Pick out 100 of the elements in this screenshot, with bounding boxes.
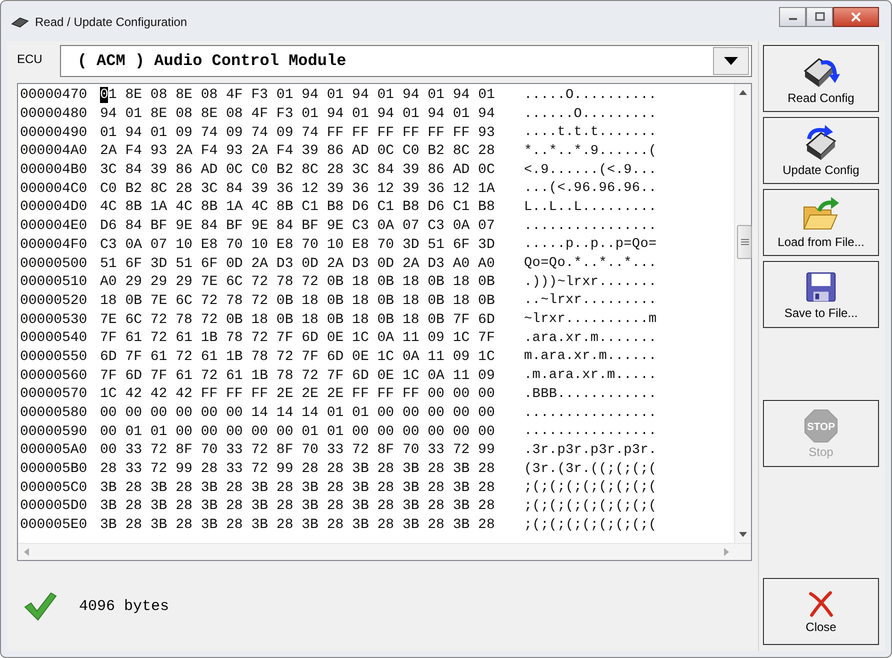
ascii-text: ;(;(;(;(;(;(;(;(: [524, 498, 657, 514]
ascii-text: (3r.(3r.((;(;(;(: [524, 462, 657, 477]
scroll-right-icon: [724, 548, 729, 556]
offset-text: 000004A0: [20, 143, 88, 160]
offset-text: 000004D0: [20, 199, 88, 216]
ascii-text: ~lrxr..........m: [524, 312, 657, 328]
ascii-text: ....t.t.t.......: [524, 125, 657, 140]
offset-text: 00000530: [20, 312, 88, 328]
close-window-button[interactable]: [833, 7, 879, 27]
offset-text: 000004C0: [20, 180, 88, 197]
ascii-text: .ara.xr.m.......: [524, 330, 657, 346]
hex-bytes: 3B 28 3B 28 3B 28 3B 28 3B 28 3B 28 3B 28 3B 28: [100, 517, 496, 534]
ascii-text: .m.ara.xr.m.....: [524, 368, 657, 384]
maximize-button[interactable]: [806, 7, 833, 27]
ascii-text: ................: [524, 406, 657, 421]
hex-bytes: 00 00 00 00 00 00 14 14 14 01 01 00 00 00 00 00: [100, 405, 496, 422]
minimize-button[interactable]: [779, 7, 806, 27]
offset-text: 00000470: [20, 87, 88, 104]
horizontal-scrollbar[interactable]: [18, 543, 751, 560]
hex-bytes: 7F 61 72 61 1B 78 72 7F 6D 0E 1C 0A 11 09 1C 7F: [100, 330, 496, 346]
hex-bytes: 94 01 8E 08 8E 08 4F F3 01 94 01 94 01 94 01 94: [100, 106, 496, 122]
offset-text: 00000490: [20, 124, 88, 141]
offset-text: 00000580: [20, 405, 88, 422]
offset-text: 000005B0: [20, 461, 88, 478]
ascii-text: *..*..*.9......(: [524, 144, 657, 159]
ascii-text: m.ara.xr.m......: [524, 349, 657, 364]
hex-bytes: 01 94 01 09 74 09 74 09 74 FF FF FF FF FF FF 93: [100, 124, 496, 141]
hex-bytes: C3 0A 07 10 E8 70 10 E8 70 10 E8 70 3D 51 6F 3D: [100, 236, 496, 253]
ascii-text: .3r.p3r.p3r.p3r.: [524, 442, 657, 458]
hex-bytes: 3B 28 3B 28 3B 28 3B 28 3B 28 3B 28 3B 28 3B 28: [100, 498, 496, 514]
offset-text: 00000520: [20, 292, 88, 309]
ascii-text: .....p..p..p=Qo=: [524, 237, 657, 252]
ecu-dropdown[interactable]: ( ACM ) Audio Control Module: [60, 45, 752, 77]
toolbar-button[interactable]: Close: [763, 578, 879, 645]
vertical-scrollbar[interactable]: [734, 84, 751, 543]
offset-text: 000005A0: [20, 442, 88, 458]
offset-text: 000004F0: [20, 236, 88, 253]
hex-bytes: 01 8E 08 8E 08 4F F3 01 94 01 94 01 94 01 94 01: [100, 87, 496, 104]
offset-text: 000005E0: [20, 517, 88, 534]
hex-bytes: 51 6F 3D 51 6F 0D 2A D3 0D 2A D3 0D 2A D3 A0 A0: [100, 256, 496, 272]
hex-bytes: 4C 8B 1A 4C 8B 1A 4C 8B C1 B8 D6 C1 B8 D6 C1 B8: [100, 199, 496, 216]
ascii-text: ......O.........: [524, 106, 657, 122]
ascii-text: ;(;(;(;(;(;(;(;(: [524, 518, 657, 533]
ascii-text: .)))~lrxr.......: [524, 274, 657, 290]
ascii-text: L..L..L.........: [524, 200, 657, 215]
toolbar-button[interactable]: Update Config: [763, 117, 879, 184]
hex-bytes: 1C 42 42 42 FF FF FF 2E 2E 2E FF FF FF 00 00 00: [100, 386, 496, 402]
offset-text: 00000550: [20, 348, 88, 365]
offset-text: 00000570: [20, 386, 88, 402]
offset-text: 00000500: [20, 256, 88, 272]
grip-icon: [740, 239, 748, 245]
ascii-text: ................: [524, 424, 657, 440]
close-icon: [851, 12, 861, 22]
ascii-text: ;(;(;(;(;(;(;(;(: [524, 480, 657, 496]
ascii-text: ...(<.96.96.96..: [524, 181, 657, 196]
offset-text: 00000510: [20, 274, 88, 290]
scroll-left-icon: [24, 548, 29, 556]
hex-bytes: 3C 84 39 86 AD 0C C0 B2 8C 28 3C 84 39 86 AD 0C: [100, 162, 496, 178]
ascii-text: <.9......(<.9...: [524, 162, 657, 178]
hex-bytes: 7E 6C 72 78 72 0B 18 0B 18 0B 18 0B 18 0B 7F 6D: [100, 312, 496, 328]
offset-text: 00000560: [20, 368, 88, 384]
hex-bytes: 28 33 72 99 28 33 72 99 28 28 3B 28 3B 28 3B 28: [100, 461, 496, 478]
offset-text: 00000480: [20, 106, 88, 122]
hex-bytes: 2A F4 93 2A F4 93 2A F4 39 86 AD 0C C0 B2 8C 28: [100, 143, 496, 160]
toolbar-button[interactable]: Load from File...: [763, 189, 879, 256]
hex-bytes: D6 84 BF 9E 84 BF 9E 84 BF 9E C3 0A 07 C3 0A 07: [100, 218, 496, 234]
maximize-icon: [814, 12, 824, 22]
offset-text: 00000590: [20, 424, 88, 440]
window-title: Read / Update Configuration: [35, 15, 188, 29]
scroll-up-icon: [739, 90, 747, 95]
offset-text: 000005C0: [20, 480, 88, 496]
toolbar-button[interactable]: Save to File...: [763, 261, 879, 328]
ascii-text: Qo=Qo.*..*..*...: [524, 256, 657, 272]
hex-view[interactable]: [17, 83, 752, 561]
chip-icon: [11, 16, 29, 28]
hex-bytes: A0 29 29 29 7E 6C 72 78 72 0B 18 0B 18 0B 18 0B: [100, 274, 496, 290]
byte-count: 4096 bytes: [79, 598, 170, 614]
toolbar-button[interactable]: Read Config: [763, 45, 879, 112]
ecu-label: ECU: [17, 52, 42, 66]
ascii-text: .BBB............: [524, 386, 657, 402]
hex-bytes: 6D 7F 61 72 61 1B 78 72 7F 6D 0E 1C 0A 11 09 1C: [100, 348, 496, 365]
offset-text: 000004B0: [20, 162, 88, 178]
close-icon: [807, 590, 835, 618]
hex-bytes: 7F 6D 7F 61 72 61 1B 78 72 7F 6D 0E 1C 0A 11 09: [100, 368, 496, 384]
offset-text: 000004E0: [20, 218, 88, 234]
stop-sign-icon: STOP: [804, 408, 838, 442]
folder-arrow-icon: [801, 196, 841, 232]
offset-text: 00000540: [20, 330, 88, 346]
hex-bytes: C0 B2 8C 28 3C 84 39 36 12 39 36 12 39 36 12 1A: [100, 180, 496, 197]
hex-bytes: 3B 28 3B 28 3B 28 3B 28 3B 28 3B 28 3B 28 3B 28: [100, 480, 496, 496]
hex-bytes: 18 0B 7E 6C 72 78 72 0B 18 0B 18 0B 18 0B 18 0B: [100, 292, 496, 309]
hex-bytes: 00 33 72 8F 70 33 72 8F 70 33 72 8F 70 33 72 99: [100, 442, 496, 458]
ascii-text: ................: [524, 218, 657, 234]
checkmark-icon: [23, 591, 57, 621]
dropdown-arrow-icon: [724, 57, 738, 65]
ascii-text: .....O..........: [524, 88, 657, 103]
scroll-down-icon: [739, 532, 747, 537]
hex-bytes: 00 01 01 00 00 00 00 00 01 01 00 00 00 00 00 00: [100, 424, 496, 440]
ascii-text: ..~lrxr.........: [524, 293, 657, 308]
offset-text: 000005D0: [20, 498, 88, 514]
